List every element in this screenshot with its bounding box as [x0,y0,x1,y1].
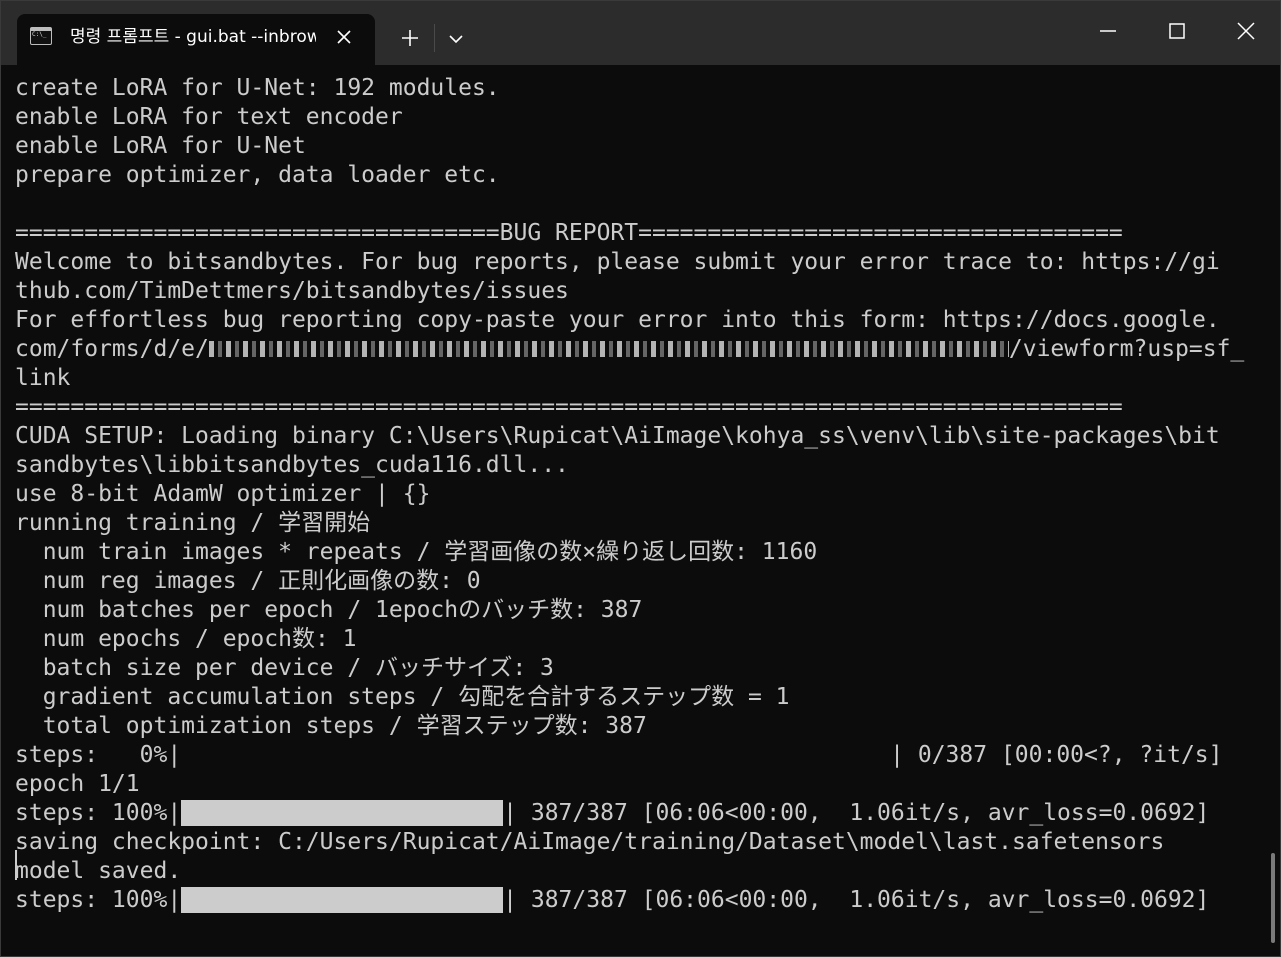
console-line: CUDA SETUP: Loading binary C:\Users\Rupi… [15,423,1220,449]
console-line: saving checkpoint: C:/Users/Rupicat/AiIm… [15,829,1165,855]
progress-line: steps: 0%| | 0/387 [00:00<?, ?it/s] [15,741,1223,770]
console-text: com/forms/d/e/ [15,336,209,362]
console-line: prepare optimizer, data loader etc. [15,162,500,188]
console-line: running training / 学習開始 [15,510,371,536]
console-line: ========================================… [15,394,1123,420]
console-line: model saved. [15,858,182,884]
console-line: batch size per device / バッチサイズ: 3 [15,655,554,681]
progress-line: steps: 100%| | 387/387 [06:06<00:00, 1.06… [15,886,1209,915]
console-line: epoch 1/1 [15,771,140,797]
console-text: /viewform?usp=sf_ [1008,336,1245,362]
title-bar[interactable]: 명령 프롬프트 - gui.bat --inbrowser [1,1,1280,65]
text-cursor [15,850,17,880]
progress-bar [181,887,504,913]
console-line: Welcome to bitsandbytes. For bug reports… [15,249,1220,275]
terminal-window: 명령 프롬프트 - gui.bat --inbrowser create LoR… [0,0,1281,957]
progress-suffix: | 0/387 [00:00<?, ?it/s] [890,742,1223,768]
progress-prefix: steps: 100%| [15,887,182,913]
progress-prefix: steps: 100%| [15,800,182,826]
close-window-icon[interactable] [1223,11,1269,51]
redacted-region [208,341,1009,357]
command-prompt-icon [30,27,52,45]
console-line-redacted-url: com/forms/d/e/ /viewform?usp=sf_ [15,335,1244,364]
console-line: num epochs / epoch数: 1 [15,626,357,652]
console-line: sandbytes\libbitsandbytes_cuda116.dll... [15,452,569,478]
console-line: num batches per epoch / 1epochのバッチ数: 387 [15,597,643,623]
console-line: create LoRA for U-Net: 192 modules. [15,75,500,101]
console-output[interactable]: create LoRA for U-Net: 192 modules. enab… [1,65,1267,956]
console-line: link [15,365,71,391]
console-line: thub.com/TimDettmers/bitsandbytes/issues [15,278,569,304]
console-line: total optimization steps / 学習ステップ数: 387 [15,713,647,739]
progress-bar [181,800,504,826]
tab-divider [434,24,435,52]
console-line: num reg images / 正則化画像の数: 0 [15,568,481,594]
console-line: enable LoRA for U-Net [15,133,306,159]
minimize-icon[interactable] [1085,11,1131,51]
console-line: gradient accumulation steps / 勾配を合計するステッ… [15,684,790,710]
console-line: enable LoRA for text encoder [15,104,403,130]
console-line: num train images * repeats / 学習画像の数×繰り返し… [15,539,818,565]
tab-title: 명령 프롬프트 - gui.bat --inbrowser [70,27,316,47]
new-tab-icon[interactable] [397,25,423,51]
console-line: use 8-bit AdamW optimizer | {} [15,481,431,507]
progress-bar-empty [181,741,890,767]
console-line: ===================================BUG R… [15,220,1123,246]
chevron-down-icon[interactable] [443,25,469,51]
progress-suffix: | 387/387 [06:06<00:00, 1.06it/s, avr_lo… [503,887,1210,913]
tab-command-prompt[interactable]: 명령 프롬프트 - gui.bat --inbrowser [17,14,375,65]
close-tab-icon[interactable] [333,26,355,48]
progress-prefix: steps: 0%| [15,742,182,768]
console-line: For effortless bug reporting copy-paste … [15,307,1220,333]
maximize-icon[interactable] [1154,11,1200,51]
scrollbar[interactable] [1267,65,1280,956]
progress-line: steps: 100%| | 387/387 [06:06<00:00, 1.06… [15,799,1209,828]
progress-suffix: | 387/387 [06:06<00:00, 1.06it/s, avr_lo… [503,800,1210,826]
scrollbar-thumb[interactable] [1271,853,1275,943]
